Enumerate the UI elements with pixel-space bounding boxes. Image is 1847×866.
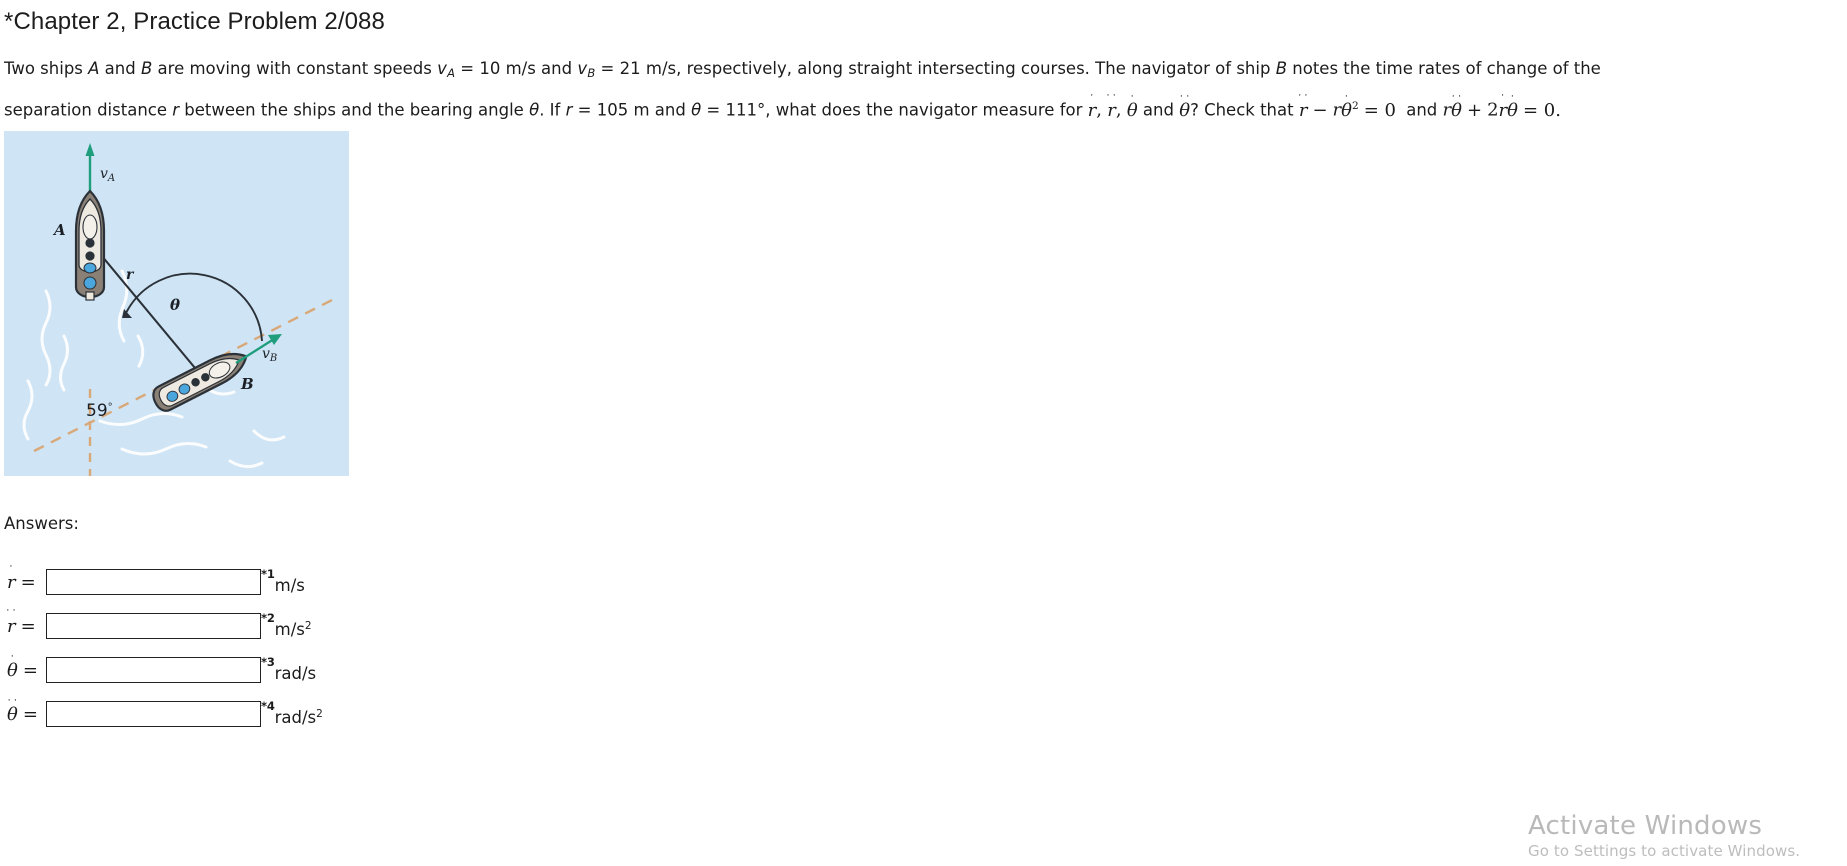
speed-b-symbol: v: [577, 59, 588, 78]
answer-units-3: rad/s: [274, 663, 317, 683]
ship-a-figure-label: A: [52, 221, 66, 239]
ship-a-window-2: [83, 276, 97, 290]
answer-row: ˙˙ r = *2 m/s2: [4, 604, 424, 648]
eq2-theta-dot: ˙ θ: [1507, 94, 1518, 121]
statement-text-10: = 105 m and: [572, 100, 692, 120]
ship-a-mast-fitting: [85, 238, 95, 248]
answers-heading: Answers:: [4, 514, 79, 533]
watermark-subtitle: Go to Settings to activate Windows.: [1528, 842, 1801, 860]
answer-symbol-r-dot: ˙ r =: [7, 564, 36, 593]
statement-text-5: = 21 m/s, respectively, along straight i…: [595, 59, 1276, 78]
problem-statement: Two ships A and B are moving with consta…: [4, 52, 1840, 127]
speed-a-subscript: A: [447, 66, 456, 81]
eq2-plus-operator: +: [1466, 99, 1483, 121]
theta-ddot-math: ˙˙ θ: [1178, 94, 1192, 121]
theta-dot-math: ˙ θ: [1126, 94, 1138, 121]
answer-row: ˙ θ = *3 rad/s: [4, 648, 424, 692]
answer-row: ˙ r = *1 m/s: [4, 560, 424, 604]
statement-text-9: . If: [539, 100, 566, 120]
statement-text-13: ? Check that: [1190, 100, 1299, 120]
problem-page: *Chapter 2, Practice Problem 2/088 Two s…: [0, 0, 1847, 866]
statement-text-4: = 10 m/s and: [455, 59, 578, 78]
answer-input-theta-dot[interactable]: [46, 657, 261, 683]
problem-figure: vA r θ A B vB 59°: [4, 131, 349, 476]
math-comma-1: ,: [1096, 99, 1102, 121]
answer-marker-4: *4: [261, 699, 275, 713]
statement-text-1: Two ships: [4, 59, 89, 78]
eq1-equals-zero: = 0: [1363, 99, 1396, 121]
answers-list: ˙ r = *1 m/s ˙˙ r = *2 m/s2 ˙ θ = *3 rad/s ˙˙ θ…: [4, 560, 424, 736]
ship-a-superstructure: [82, 214, 98, 240]
ship-a-label: A: [88, 59, 100, 78]
answer-input-theta-ddot[interactable]: [46, 701, 261, 727]
ship-a: [74, 189, 106, 301]
speed-a-symbol: v: [437, 59, 447, 78]
answer-units-1: m/s: [274, 575, 305, 595]
answer-symbol-r-ddot: ˙˙ r =: [5, 608, 36, 637]
eq2-equals-zero: = 0.: [1522, 99, 1561, 121]
statement-text-6: notes the time rates of change of the: [1287, 59, 1601, 78]
ship-a-stern-box: [85, 291, 95, 301]
bearing-angle-symbol-2: θ: [691, 100, 702, 120]
answer-symbol-theta-dot: ˙ θ =: [7, 653, 38, 681]
answer-marker-1: *1: [261, 567, 275, 581]
answer-units-2: m/s2: [274, 619, 312, 639]
answer-marker-3: *3: [261, 655, 275, 669]
answer-marker-2: *2: [261, 611, 275, 625]
statement-text-14: and: [1400, 100, 1443, 120]
statement-text-2: and: [99, 59, 141, 78]
eq1-exponent: 2: [1351, 100, 1359, 113]
eq1-r: r: [1332, 99, 1342, 121]
answer-input-r-dot[interactable]: [46, 569, 261, 595]
eq2-r-dot: ˙ r: [1498, 92, 1508, 121]
answer-units-4: rad/s2: [274, 707, 323, 727]
statement-text-7: separation distance: [4, 100, 173, 120]
eq1-theta-dot: ˙ θ: [1341, 94, 1352, 121]
statement-text-11: = 111°, what does the navigator measure …: [701, 100, 1088, 120]
eq2-theta-ddot: ˙˙ θ: [1450, 94, 1463, 121]
statement-text-3: are moving with constant speeds: [152, 59, 438, 78]
answer-input-r-ddot[interactable]: [46, 613, 261, 639]
page-title: *Chapter 2, Practice Problem 2/088: [4, 8, 385, 35]
ship-b-label-2: B: [1275, 59, 1288, 78]
r-ddot-math: ˙˙ r: [1105, 92, 1118, 121]
statement-text-12: and: [1137, 100, 1180, 120]
r-dot-math: ˙ r: [1087, 92, 1097, 121]
watermark-title: Activate Windows: [1528, 811, 1763, 841]
ship-a-window-1: [83, 262, 97, 274]
statement-text-8: between the ships and the bearing angle: [179, 100, 530, 120]
answer-row: ˙˙ θ = *4 rad/s2: [4, 692, 424, 736]
ship-b-figure-label: B: [240, 375, 254, 393]
ship-a-funnel: [85, 251, 95, 261]
bearing-angle-symbol: θ: [529, 100, 540, 120]
ships-diagram-svg: vA r θ A B vB 59°: [4, 131, 349, 476]
answer-symbol-theta-ddot: ˙˙ θ =: [6, 697, 38, 725]
ship-b-label: B: [140, 59, 153, 78]
windows-activation-watermark: Activate Windows Go to Settings to activ…: [1528, 811, 1847, 862]
eq1-minus-operator: −: [1312, 99, 1328, 121]
eq1-r-ddot: ˙˙ r: [1296, 92, 1310, 121]
bearing-angle-label: θ: [170, 296, 180, 314]
eq2-coefficient: 2: [1487, 99, 1499, 121]
